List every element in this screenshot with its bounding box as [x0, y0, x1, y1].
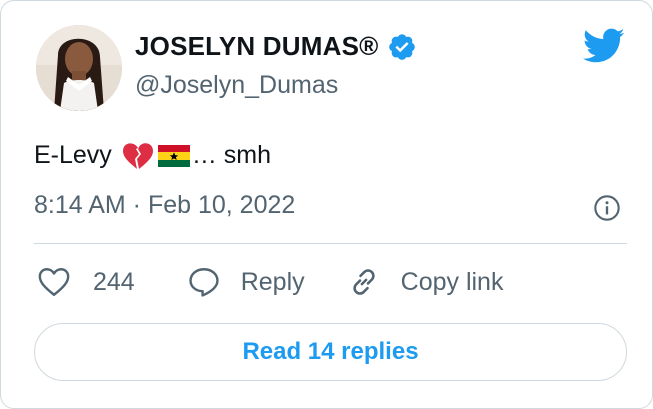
author-name-row: JOSELYN DUMAS®	[135, 31, 417, 62]
twitter-bird-icon[interactable]	[582, 28, 625, 64]
copy-link-button[interactable]: Copy link	[347, 265, 504, 299]
speech-bubble-icon	[187, 265, 221, 299]
broken-heart-emoji-icon	[122, 142, 154, 170]
reply-button[interactable]: Reply	[187, 265, 305, 299]
author-name[interactable]: JOSELYN DUMAS®	[135, 31, 379, 62]
like-count: 244	[93, 267, 135, 296]
avatar[interactable]	[36, 25, 122, 111]
reply-label: Reply	[240, 267, 305, 296]
tweet-text-start: E-Levy	[34, 141, 112, 169]
heart-icon	[37, 265, 71, 299]
ghana-flag-emoji-icon	[157, 142, 190, 170]
copy-link-label: Copy link	[400, 267, 504, 296]
author-handle[interactable]: @Joselyn_Dumas	[135, 71, 338, 100]
tweet-timestamp[interactable]: 8:14 AM · Feb 10, 2022	[34, 191, 295, 220]
read-replies-button[interactable]: Read 14 replies	[34, 323, 627, 381]
like-button[interactable]: 244	[37, 265, 135, 299]
info-icon[interactable]	[593, 194, 621, 222]
verified-badge-icon	[387, 32, 417, 62]
link-icon	[347, 265, 381, 299]
divider	[34, 243, 627, 244]
action-bar: 244 Reply Copy link	[37, 265, 503, 299]
tweet-text-end: … smh	[191, 141, 271, 169]
tweet-text: E-Levy … smh	[34, 141, 271, 170]
tweet-card: JOSELYN DUMAS® @Joselyn_Dumas E-Levy … s…	[0, 0, 653, 409]
